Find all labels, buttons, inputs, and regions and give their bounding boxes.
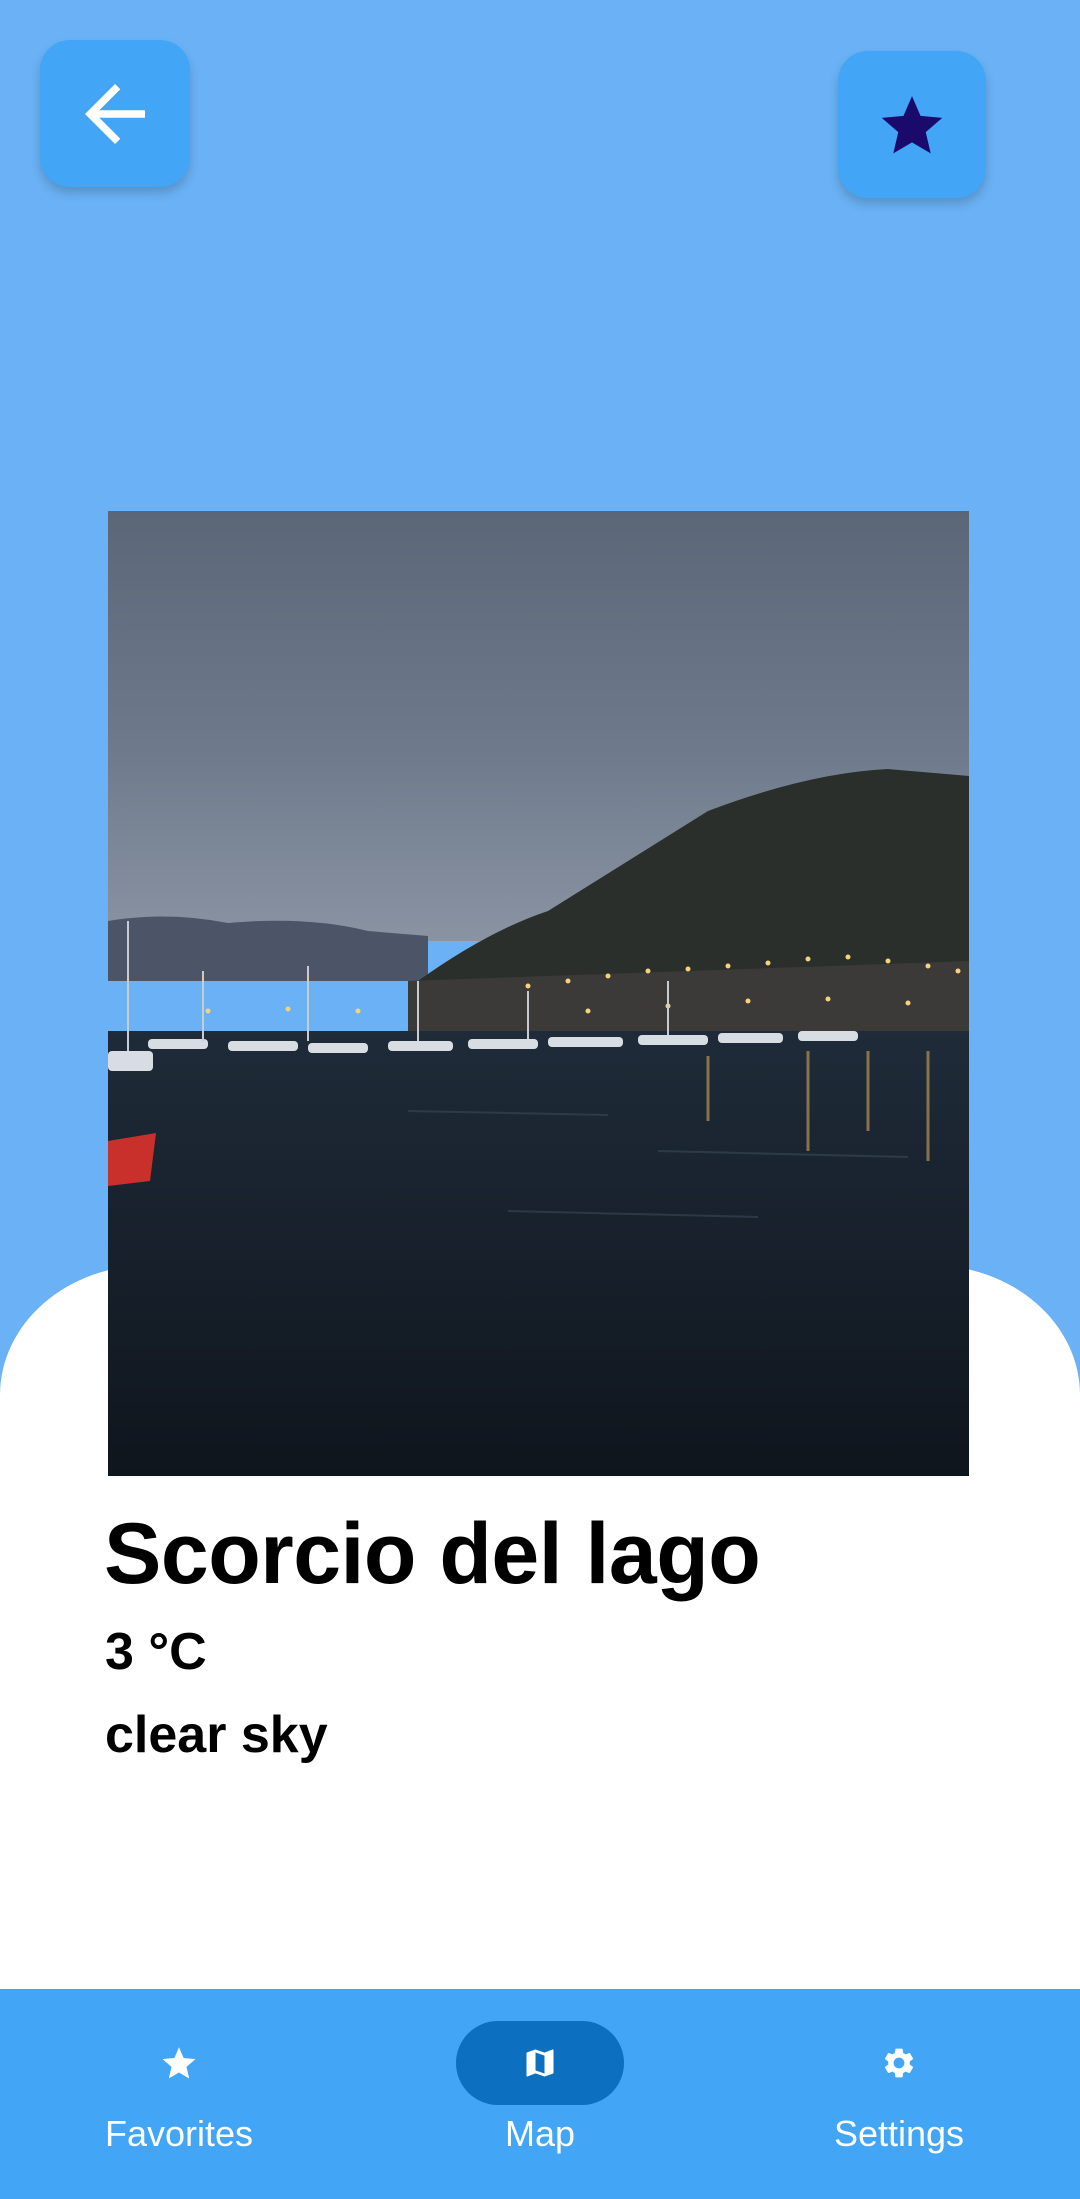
star-icon xyxy=(162,2047,196,2079)
back-button[interactable] xyxy=(40,40,190,187)
gear-icon xyxy=(884,2048,914,2078)
arrow-back-icon xyxy=(85,83,145,144)
map-icon xyxy=(526,2049,554,2077)
star-icon xyxy=(881,95,943,153)
nav-item-map[interactable]: Map xyxy=(390,1989,690,2199)
nav-item-favorites[interactable]: Favorites xyxy=(29,1989,329,2199)
bottom-navigation-bar: Favorites Map Settings xyxy=(0,1989,1080,2199)
nav-item-settings[interactable]: Settings xyxy=(749,1989,1049,2199)
temperature-value: 3 °C xyxy=(105,1623,207,1681)
nav-item-label: Settings xyxy=(833,2113,965,2154)
place-title: Scorcio del lago xyxy=(104,1506,761,1602)
weather-description: clear sky xyxy=(105,1706,328,1764)
place-photo xyxy=(108,511,969,1476)
favorite-toggle-button[interactable] xyxy=(838,51,986,198)
nav-item-label: Map xyxy=(504,2113,576,2154)
nav-item-label: Favorites xyxy=(104,2113,254,2154)
